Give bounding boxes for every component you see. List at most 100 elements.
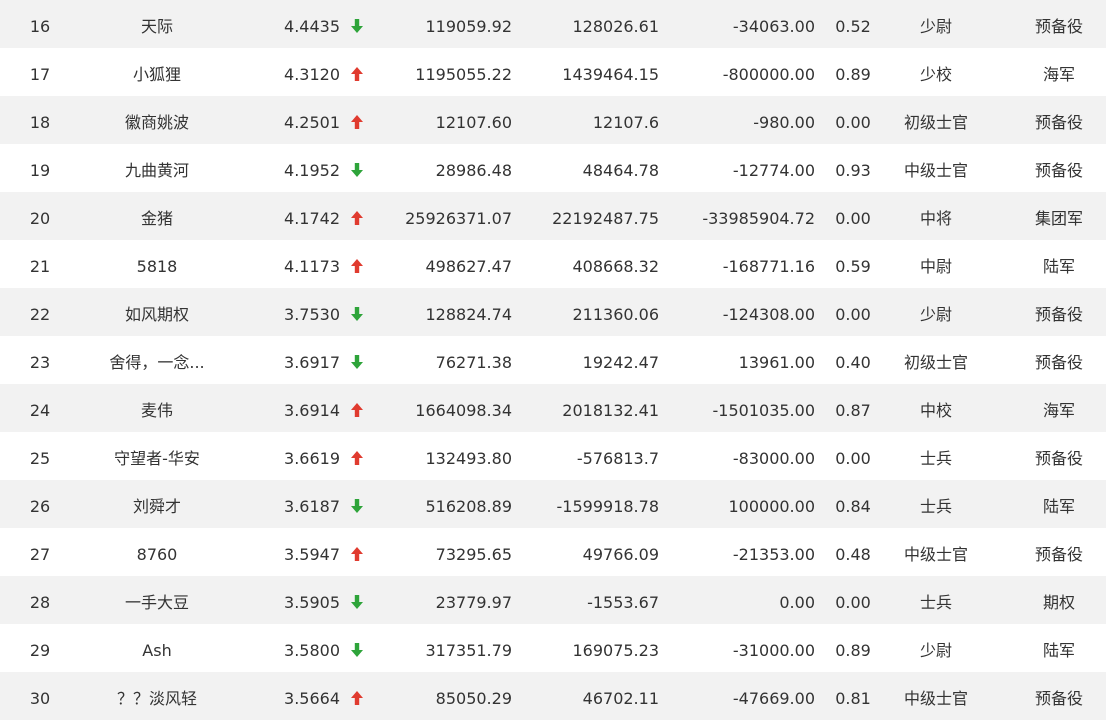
trader-name[interactable]: Ash [142, 624, 171, 672]
value-3: 13961.00 [738, 353, 815, 372]
ratio-value: 0.93 [835, 161, 871, 180]
value-2: 22192487.75 [552, 209, 659, 228]
trader-name[interactable]: 九曲黄河 [125, 144, 189, 192]
trader-name[interactable]: 小狐狸 [133, 48, 181, 96]
value-1: 317351.79 [425, 641, 512, 660]
arrow-up-icon [349, 384, 365, 432]
rank-title: 中级士官 [903, 689, 969, 708]
unit-name: 期权 [1042, 593, 1076, 612]
value-3: 0.00 [779, 593, 815, 612]
trader-name[interactable]: ？？淡风轻 [117, 672, 197, 720]
trader-name[interactable]: 一手大豆 [125, 576, 189, 624]
score-value: 4.3120 [284, 65, 340, 84]
ratio-value: 0.48 [835, 545, 871, 564]
rank-cell: 16 [29, 17, 51, 36]
arrow-up-icon [349, 672, 365, 720]
ratio-value: 0.89 [835, 65, 871, 84]
unit-name: 预备役 [1034, 161, 1084, 180]
unit-name: 预备役 [1034, 689, 1084, 708]
value-2: -1553.67 [587, 593, 659, 612]
value-2: 12107.6 [592, 113, 659, 132]
table-row[interactable]: 29 Ash 3.5800 317351.79 169075.23 -31000.00 0.… [0, 624, 1106, 672]
rank-title: 士兵 [919, 449, 953, 468]
trader-name[interactable]: 麦伟 [141, 384, 173, 432]
rank-title: 初级士官 [903, 353, 969, 372]
ratio-value: 0.81 [835, 689, 871, 708]
rank-cell: 27 [29, 545, 51, 564]
trader-name[interactable]: 如风期权 [125, 288, 189, 336]
trader-name[interactable]: 天际 [141, 0, 173, 48]
trader-name[interactable]: 徽商姚波 [125, 96, 189, 144]
score-value: 4.1173 [284, 257, 340, 276]
trader-name[interactable]: 刘舜才 [133, 480, 181, 528]
trader-name[interactable]: 守望者-华安 [114, 432, 200, 480]
rank-title: 中将 [919, 209, 953, 228]
rank-title: 中级士官 [903, 161, 969, 180]
arrow-up-icon [349, 528, 365, 576]
value-1: 28986.48 [435, 161, 512, 180]
arrow-down-icon [349, 576, 365, 624]
value-3: -1501035.00 [712, 401, 815, 420]
value-3: -33985904.72 [702, 209, 815, 228]
arrow-down-icon [349, 144, 365, 192]
score-value: 3.7530 [284, 305, 340, 324]
trader-name[interactable]: 金猪 [141, 192, 173, 240]
rank-cell: 25 [29, 449, 51, 468]
score-value: 4.1952 [284, 161, 340, 180]
arrow-down-icon [349, 288, 365, 336]
value-2: 1439464.15 [562, 65, 659, 84]
value-2: 2018132.41 [562, 401, 659, 420]
unit-name: 预备役 [1034, 449, 1084, 468]
arrow-up-icon [349, 192, 365, 240]
trader-name[interactable]: 舍得，一念... [109, 336, 204, 384]
table-row[interactable]: 16 天际 4.4435 119059.92 128026.61 -34063.00 0.5… [0, 0, 1106, 48]
value-2: 49766.09 [582, 545, 659, 564]
table-row[interactable]: 22 如风期权 3.7530 128824.74 211360.06 -124308.00… [0, 288, 1106, 336]
ratio-value: 0.89 [835, 641, 871, 660]
table-row[interactable]: 28 一手大豆 3.5905 23779.97 -1553.67 0.00 0.00 士兵 期权 [0, 576, 1106, 624]
table-row[interactable]: 18 徽商姚波 4.2501 12107.60 12107.6 -980.00 0.00 初级… [0, 96, 1106, 144]
table-row[interactable]: 30 ？？淡风轻 3.5664 85050.29 46702.11 -47669.00 0.… [0, 672, 1106, 720]
table-row[interactable]: 21 5818 4.1173 498627.47 408668.32 -168771.16… [0, 240, 1106, 288]
value-2: 408668.32 [572, 257, 659, 276]
value-2: 48464.78 [582, 161, 659, 180]
score-value: 3.6619 [284, 449, 340, 468]
unit-name: 海军 [1042, 401, 1076, 420]
table-row[interactable]: 19 九曲黄河 4.1952 28986.48 48464.78 -12774.00 0.9… [0, 144, 1106, 192]
unit-name: 预备役 [1034, 17, 1084, 36]
unit-name: 预备役 [1034, 545, 1084, 564]
rank-title: 少校 [919, 65, 953, 84]
score-value: 3.6187 [284, 497, 340, 516]
trader-name[interactable]: 8760 [137, 528, 178, 576]
table-row[interactable]: 25 守望者-华安 3.6619 132493.80 -576813.7 -83000.0… [0, 432, 1106, 480]
trader-name[interactable]: 5818 [137, 240, 178, 288]
table-row[interactable]: 27 8760 3.5947 73295.65 49766.09 -21353.00 0.4… [0, 528, 1106, 576]
ratio-value: 0.00 [835, 593, 871, 612]
rank-title: 士兵 [919, 497, 953, 516]
rank-cell: 22 [29, 305, 51, 324]
table-row[interactable]: 26 刘舜才 3.6187 516208.89 -1599918.78 100000.00… [0, 480, 1106, 528]
value-1: 25926371.07 [405, 209, 512, 228]
rank-cell: 19 [29, 161, 51, 180]
value-1: 1664098.34 [415, 401, 512, 420]
unit-name: 预备役 [1034, 305, 1084, 324]
ratio-value: 0.87 [835, 401, 871, 420]
rank-title: 中校 [919, 401, 953, 420]
rank-cell: 26 [29, 497, 51, 516]
value-2: 19242.47 [582, 353, 659, 372]
table-row[interactable]: 20 金猪 4.1742 25926371.07 22192487.75 -3398590… [0, 192, 1106, 240]
table-row[interactable]: 24 麦伟 3.6914 1664098.34 2018132.41 -1501035.0… [0, 384, 1106, 432]
rank-cell: 17 [29, 65, 51, 84]
rank-title: 士兵 [919, 593, 953, 612]
unit-name: 陆军 [1042, 257, 1076, 276]
value-1: 12107.60 [435, 113, 512, 132]
value-1: 73295.65 [435, 545, 512, 564]
arrow-up-icon [349, 48, 365, 96]
ratio-value: 0.00 [835, 113, 871, 132]
rank-title: 中尉 [919, 257, 953, 276]
table-row[interactable]: 23 舍得，一念... 3.6917 76271.38 19242.47 13961.00… [0, 336, 1106, 384]
unit-name: 预备役 [1034, 353, 1084, 372]
table-row[interactable]: 17 小狐狸 4.3120 1195055.22 1439464.15 -800000.0… [0, 48, 1106, 96]
unit-name: 陆军 [1042, 497, 1076, 516]
arrow-down-icon [349, 624, 365, 672]
